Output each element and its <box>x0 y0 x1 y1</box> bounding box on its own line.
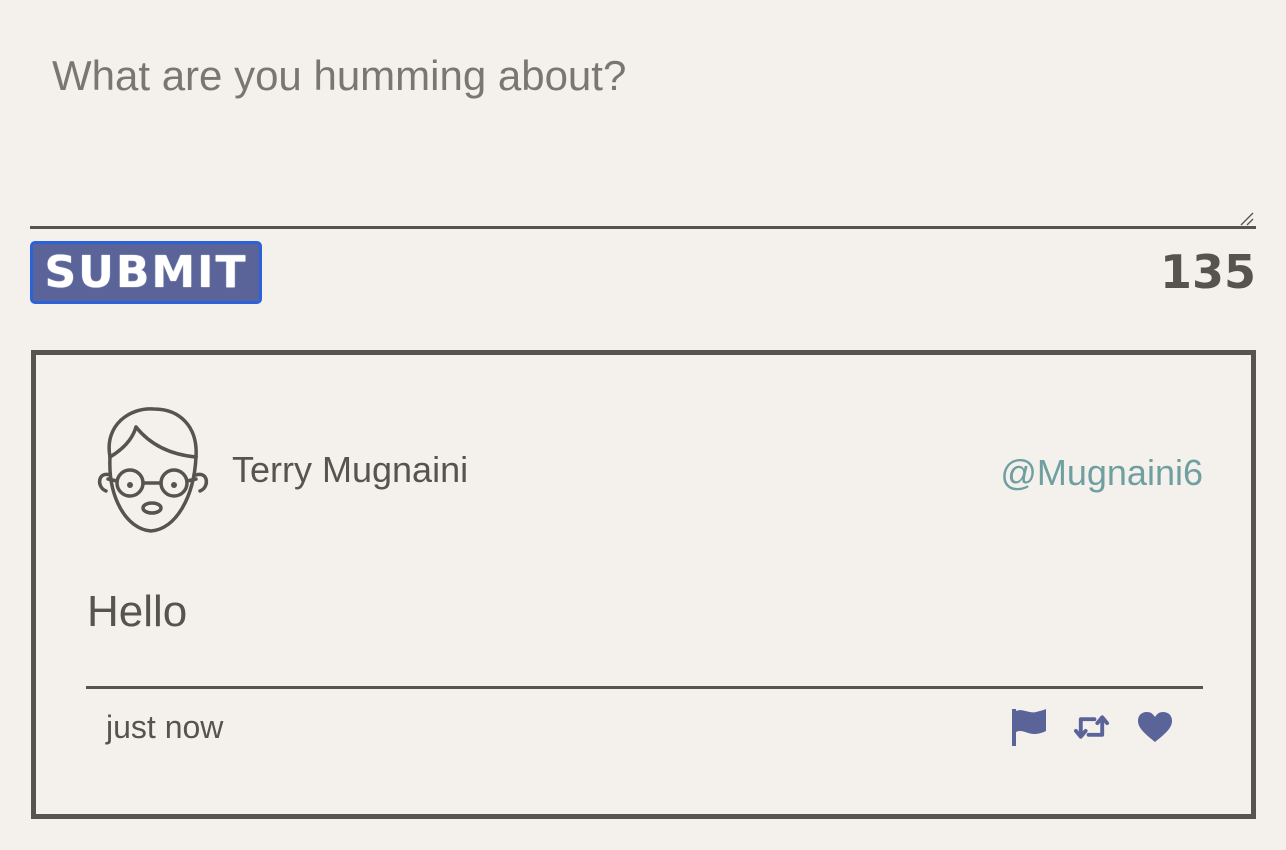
user-name[interactable]: Terry Mugnaini <box>232 449 468 491</box>
avatar-icon <box>97 407 209 533</box>
tweet-text: Hello <box>87 587 188 636</box>
tweet-composer <box>30 0 1256 232</box>
tweet-input[interactable] <box>30 0 1256 229</box>
retweet-icon[interactable] <box>1073 707 1110 747</box>
submit-button[interactable]: SUBMIT <box>30 241 262 304</box>
heart-icon[interactable] <box>1136 707 1173 747</box>
resize-grip-icon[interactable] <box>1238 210 1254 226</box>
user-handle[interactable]: @Mugnaini6 <box>1000 452 1203 494</box>
timestamp: just now <box>106 709 224 745</box>
tweet-card: Terry Mugnaini @Mugnaini6 Hello just now <box>31 350 1256 819</box>
flag-icon[interactable] <box>1010 707 1047 747</box>
character-count: 135 <box>1159 245 1256 299</box>
tweet-actions <box>1010 707 1173 747</box>
divider <box>86 686 1203 689</box>
